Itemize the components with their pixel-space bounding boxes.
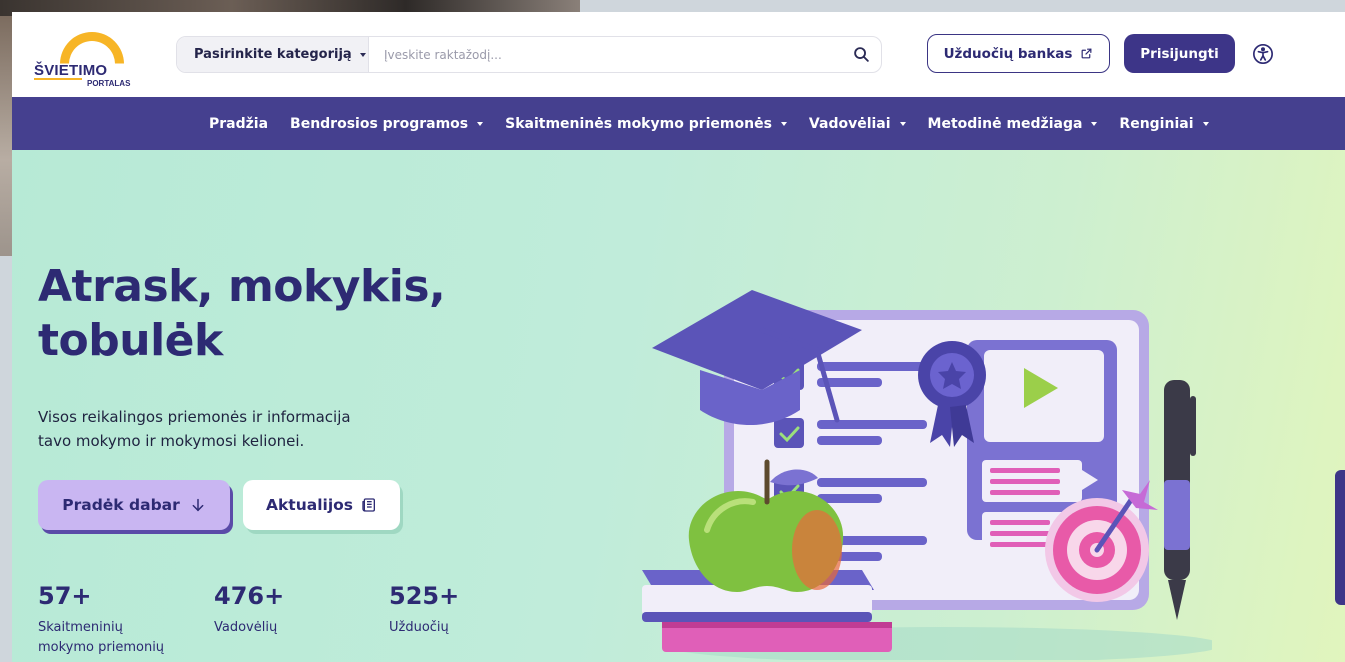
newspaper-icon (362, 498, 376, 512)
search-bar: Pasirinkite kategoriją (176, 36, 882, 73)
external-link-icon (1081, 48, 1092, 59)
hero-title-line-1: Atrask, mokykis, (38, 261, 446, 312)
hero-title-line-2: tobulėk (38, 314, 223, 366)
news-label: Aktualijos (265, 496, 354, 514)
chevron-down-icon (780, 121, 787, 126)
search-icon (853, 47, 869, 62)
logo-subtitle: PORTALAS (87, 78, 131, 88)
site-logo[interactable]: ŠVIETIMO PORTALAS (24, 20, 134, 90)
side-feedback-tab[interactable] (1335, 470, 1345, 605)
stat-label: Užduočių (389, 620, 449, 635)
browser-page: ŠVIETIMO PORTALAS Pasirinkite kategoriją… (12, 12, 1345, 662)
hero-subtitle-line-1: Visos reikalingos priemonės ir informaci… (38, 408, 351, 426)
arrow-down-icon (192, 498, 204, 512)
nav-item-textbooks[interactable]: Vadovėliai (798, 116, 917, 132)
chevron-down-icon (899, 121, 906, 126)
nav-item-label: Renginiai (1119, 115, 1194, 132)
nav-item-label: Vadovėliai (808, 115, 891, 132)
start-now-button[interactable]: Pradėk dabar (38, 480, 230, 530)
stat-number: 525+ (389, 582, 460, 610)
search-input[interactable] (369, 37, 841, 72)
hero-title: Atrask, mokykis, tobulėk (38, 260, 498, 367)
nav-item-digital-tools[interactable]: Skaitmeninės mokymo priemonės (494, 116, 798, 132)
nav-item-label: Bendrosios programos (290, 115, 469, 132)
nav-item-home[interactable]: Pradžia (198, 116, 279, 132)
start-now-label: Pradėk dabar (62, 496, 180, 514)
nav-item-label: Skaitmeninės mokymo priemonės (505, 115, 772, 132)
hero-subtitle-line-2: tavo mokymo ir mokymosi kelionei. (38, 432, 305, 450)
stat-digital-tools: 57+ Skaitmeninių mokymo priemonių (38, 582, 164, 658)
search-button[interactable] (841, 37, 881, 72)
stat-number: 476+ (214, 582, 285, 610)
nav-item-events[interactable]: Renginiai (1108, 116, 1219, 132)
stat-label: Skaitmeninių mokymo priemonių (38, 620, 165, 656)
stat-number: 57+ (38, 582, 92, 610)
accessibility-icon (1253, 44, 1273, 64)
nav-item-label: Metodinė medžiaga (927, 115, 1083, 132)
category-dropdown[interactable]: Pasirinkite kategoriją (177, 37, 369, 72)
chevron-down-icon (1091, 121, 1098, 126)
background-photo-left (0, 16, 12, 256)
category-dropdown-label: Pasirinkite kategoriją (194, 47, 352, 62)
hero-section: Atrask, mokykis, tobulėk Visos reikaling… (12, 150, 1345, 662)
task-bank-label: Užduočių bankas (943, 45, 1073, 62)
chevron-down-icon (359, 52, 366, 57)
nav-item-label: Pradžia (209, 115, 269, 132)
nav-item-methodical[interactable]: Metodinė medžiaga (917, 116, 1109, 132)
site-header: ŠVIETIMO PORTALAS Pasirinkite kategoriją… (12, 12, 1345, 97)
stat-tasks: 525+ Užduočių (389, 582, 459, 638)
task-bank-button[interactable]: Užduočių bankas (927, 34, 1110, 73)
main-navigation: Pradžia Bendrosios programos Skaitmeninė… (12, 97, 1345, 150)
login-label: Prisijungti (1140, 45, 1219, 62)
nav-item-programs[interactable]: Bendrosios programos (279, 116, 494, 132)
chevron-down-icon (1202, 121, 1209, 126)
stat-textbooks: 476+ Vadovėlių (214, 582, 284, 638)
logo-underline (34, 77, 82, 80)
news-button[interactable]: Aktualijos (243, 480, 400, 530)
hero-subtitle: Visos reikalingos priemonės ir informaci… (38, 405, 418, 453)
logo-wordmark: ŠVIETIMO (34, 61, 108, 79)
login-button[interactable]: Prisijungti (1124, 34, 1235, 73)
hero-illustration (642, 290, 1212, 660)
accessibility-button[interactable] (1252, 43, 1274, 65)
chevron-down-icon (477, 121, 484, 126)
stat-label: Vadovėlių (214, 620, 278, 635)
